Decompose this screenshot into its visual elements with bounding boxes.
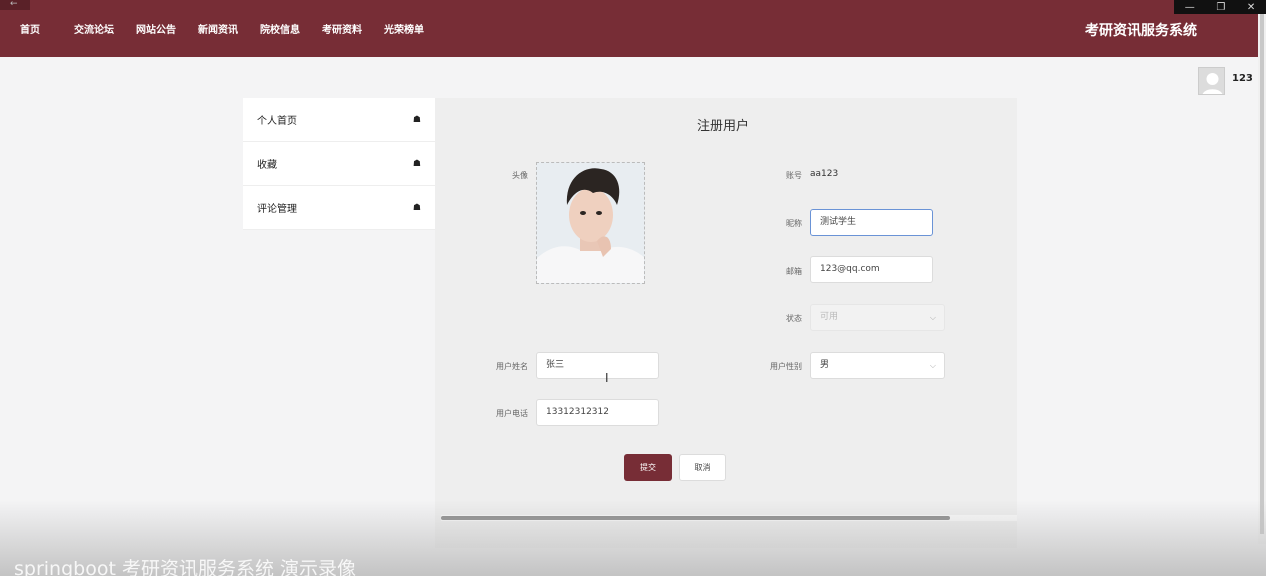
page-scrollbar[interactable] (1258, 14, 1266, 544)
status-label: 状态 (786, 314, 802, 323)
site-brand: 考研资讯服务系统 (1085, 23, 1197, 39)
nav-forum[interactable]: 交流论坛 (74, 21, 114, 36)
user-form-panel: 注册用户 头像 账号 aa123 昵称 测试学生 邮箱 123@qq.com 状… (435, 98, 1017, 548)
status-select: 可用 ⌵ (810, 304, 945, 331)
home-icon: ☗ (412, 158, 421, 169)
nav-honor-list[interactable]: 光荣榜单 (384, 21, 424, 36)
sidebar-item-favorites[interactable]: 收藏 ☗ (243, 142, 435, 186)
main-nav: 首页 交流论坛 网站公告 新闻资讯 院校信息 考研资料 光荣榜单 (20, 21, 446, 36)
cancel-button[interactable]: 取消 (679, 454, 726, 481)
email-label: 邮箱 (786, 267, 802, 276)
realname-field[interactable]: 张三 (536, 352, 659, 379)
realname-label: 用户姓名 (496, 362, 528, 371)
nav-materials[interactable]: 考研资料 (322, 21, 362, 36)
home-icon: ☗ (412, 202, 421, 213)
sidebar-item-personal-home[interactable]: 个人首页 ☗ (243, 98, 435, 142)
top-nav-bar: ← 首页 交流论坛 网站公告 新闻资讯 院校信息 考研资料 光荣榜单 考研资讯服… (0, 0, 1266, 57)
account-value: aa123 (810, 169, 839, 179)
avatar-upload[interactable] (536, 162, 645, 284)
chevron-down-icon: ⌵ (929, 361, 936, 370)
phone-label: 用户电话 (496, 409, 528, 418)
chevron-down-icon: ⌵ (929, 313, 936, 322)
nav-announcements[interactable]: 网站公告 (136, 21, 176, 36)
home-icon: ☗ (412, 114, 421, 125)
close-icon[interactable]: ✕ (1247, 2, 1255, 13)
window-controls: — ❐ ✕ (1174, 0, 1266, 14)
sidebar-item-label: 个人首页 (257, 116, 297, 127)
nav-news[interactable]: 新闻资讯 (198, 21, 238, 36)
minimize-icon[interactable]: — (1185, 2, 1195, 13)
account-label: 账号 (786, 171, 802, 180)
status-value: 可用 (820, 312, 839, 322)
restore-icon[interactable]: ❐ (1216, 2, 1225, 13)
nav-home[interactable]: 首页 (20, 21, 40, 36)
username[interactable]: 123 (1232, 73, 1253, 84)
text-cursor-icon: I (605, 371, 609, 385)
avatar-photo (537, 163, 644, 283)
form-title: 注册用户 (697, 119, 750, 134)
email-field[interactable]: 123@qq.com (810, 256, 933, 283)
gender-label: 用户性别 (770, 362, 802, 371)
sidebar-item-label: 收藏 (257, 160, 277, 171)
nickname-field[interactable]: 测试学生 (810, 209, 933, 236)
back-arrow-icon[interactable]: ← (0, 0, 30, 10)
avatar-label: 头像 (512, 171, 528, 180)
video-watermark: springboot 考研资讯服务系统 演示录像 (14, 558, 356, 576)
gender-value: 男 (820, 360, 830, 370)
gender-select[interactable]: 男 ⌵ (810, 352, 945, 379)
phone-field[interactable]: 13312312312 (536, 399, 659, 426)
nav-schools[interactable]: 院校信息 (260, 21, 300, 36)
nickname-label: 昵称 (786, 219, 802, 228)
sidebar-item-label: 评论管理 (257, 204, 297, 215)
sidebar-item-comments[interactable]: 评论管理 ☗ (243, 186, 435, 230)
sidebar-menu: 个人首页 ☗ 收藏 ☗ 评论管理 ☗ (243, 98, 435, 230)
user-avatar[interactable] (1198, 67, 1225, 95)
submit-button[interactable]: 提交 (624, 454, 672, 481)
